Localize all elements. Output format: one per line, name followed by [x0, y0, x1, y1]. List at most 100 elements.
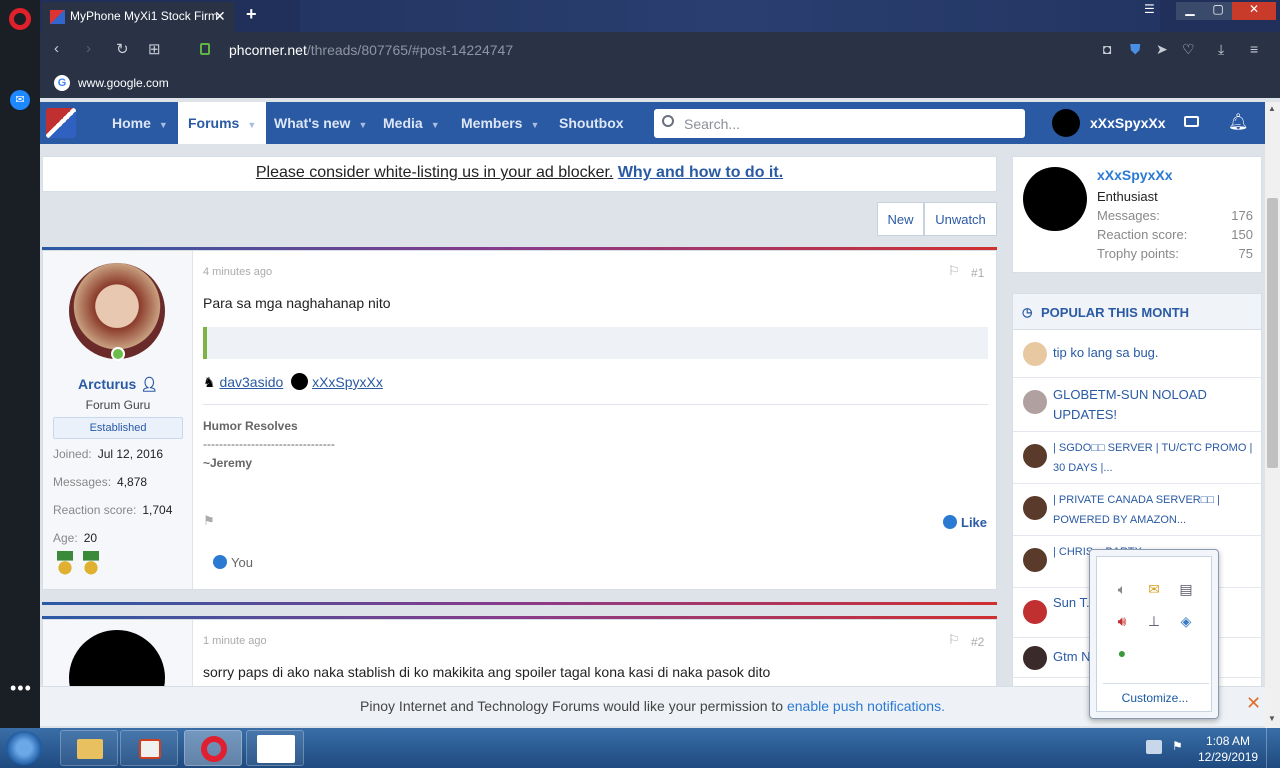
opera-logo-icon[interactable] [9, 8, 31, 30]
enable-push-link[interactable]: enable push notifications. [787, 698, 945, 714]
sidebar-reaction: 150 Reaction score: [1097, 227, 1253, 242]
scrollbar-thumb[interactable] [1267, 198, 1278, 468]
inbox-icon[interactable] [1184, 116, 1199, 127]
shield-icon[interactable]: ⛊ [1130, 41, 1141, 58]
popular-link[interactable]: | PRIVATE CANADA SERVER□□ | POWERED BY A… [1053, 490, 1253, 530]
new-button[interactable]: New [877, 202, 924, 236]
back-icon[interactable]: ‹ [54, 40, 59, 57]
avatar[interactable] [69, 263, 165, 359]
reaction-summary[interactable]: You [213, 555, 253, 570]
browser-tab[interactable]: MyPhone MyXi1 Stock Firm ✕ [42, 2, 234, 32]
network-icon[interactable]: ⊥ [1145, 613, 1163, 629]
opera-taskbar-button[interactable] [184, 730, 242, 766]
system-clock[interactable]: 1:08 AM 12/29/2019 [1198, 733, 1258, 765]
update-icon[interactable]: ◈ [1177, 613, 1195, 629]
clock-icon: ◷ [1022, 305, 1033, 319]
chevron-down-icon[interactable]: ▼ [358, 120, 367, 130]
close-tab-icon[interactable]: ✕ [214, 8, 226, 25]
avatar[interactable] [1023, 167, 1087, 231]
sidebar-trophy: 75 Trophy points: [1097, 246, 1253, 261]
chevron-down-icon[interactable]: ▼ [431, 120, 440, 130]
list-item[interactable]: | SGDO□□ SERVER | TU/CTC PROMO | 30 DAYS… [1013, 432, 1261, 484]
show-hidden-icons-button[interactable] [1146, 740, 1162, 754]
more-icon[interactable]: ••• [10, 678, 32, 699]
scrollbar[interactable]: ▲ ▼ [1265, 102, 1280, 728]
post-author[interactable]: Arcturus 👤︎ [43, 376, 193, 393]
send-icon[interactable]: ➤ [1156, 41, 1168, 58]
medal-icon[interactable] [57, 551, 73, 575]
minimize-button[interactable]: ▁ [1176, 2, 1204, 20]
easy-setup-icon[interactable]: ☰ [1144, 2, 1155, 20]
ad-notice-link[interactable]: Why and how to do it. [618, 164, 783, 181]
avatar[interactable] [1052, 109, 1080, 137]
online-indicator-icon [111, 347, 125, 361]
bookmark-icon[interactable]: ⚐ [948, 263, 960, 279]
scroll-down-icon[interactable]: ▼ [1268, 714, 1276, 723]
scroll-up-icon[interactable]: ▲ [1268, 104, 1276, 113]
list-item[interactable]: GLOBETM-SUN NOLOAD UPDATES! [1013, 378, 1261, 432]
post-time[interactable]: 1 minute ago [203, 635, 267, 647]
nav-home[interactable]: Home ▼ [112, 102, 168, 144]
customize-link[interactable]: Customize... [1097, 691, 1213, 705]
medal-icon[interactable] [83, 551, 99, 575]
url-field[interactable]: phcorner.net/threads/807765/#post-142247… [229, 42, 513, 58]
messages-icon[interactable]: ✉ [1145, 581, 1163, 597]
action-center-icon[interactable]: ⚑ [1172, 739, 1188, 755]
chevron-down-icon[interactable]: ▼ [247, 120, 256, 130]
like-button[interactable]: Like [943, 515, 987, 530]
tabs-grid-icon[interactable]: ⊞ [148, 40, 161, 58]
globe-icon[interactable]: ● [1113, 645, 1131, 661]
forward-icon[interactable]: › [86, 40, 91, 57]
list-item[interactable]: tip ko lang sa bug. [1013, 330, 1261, 378]
camera-icon[interactable]: ◘ [1103, 41, 1111, 57]
nav-members[interactable]: Members ▼ [461, 102, 539, 144]
close-window-button[interactable]: ✕ [1232, 2, 1276, 20]
search-input[interactable]: Search... [654, 109, 1025, 138]
popular-link[interactable]: GLOBETM-SUN NOLOAD UPDATES! [1053, 385, 1253, 425]
report-flag-icon[interactable]: ⚑ [203, 513, 215, 529]
menu-icon[interactable]: ≡ [1250, 41, 1258, 57]
nav-media[interactable]: Media ▼ [383, 102, 440, 144]
nav-shoutbox[interactable]: Shoutbox [559, 102, 624, 144]
volume-icon[interactable]: 🔊︎ [1113, 613, 1131, 629]
sidebar-username[interactable]: xXxSpyxXx [1097, 167, 1173, 183]
show-desktop-button[interactable] [1266, 728, 1280, 768]
nav-forums[interactable]: Forums ▼ [178, 102, 267, 144]
reload-icon[interactable]: ↻ [116, 40, 129, 58]
media-player-taskbar-button[interactable] [120, 730, 178, 766]
new-tab-button[interactable]: + [246, 4, 257, 25]
post-divider [42, 602, 997, 605]
explorer-taskbar-button[interactable] [60, 730, 118, 766]
post-number[interactable]: #1 [971, 266, 984, 280]
popular-link[interactable]: | SGDO□□ SERVER | TU/CTC PROMO | 30 DAYS… [1053, 438, 1253, 478]
bookmark-icon[interactable]: ⚐ [948, 632, 960, 648]
list-item[interactable]: | PRIVATE CANADA SERVER□□ | POWERED BY A… [1013, 484, 1261, 536]
like-icon [213, 555, 227, 569]
spoiler-block[interactable] [203, 327, 988, 359]
bookmark-google[interactable]: www.google.com [78, 76, 169, 90]
avatar [1023, 390, 1047, 414]
download-icon[interactable]: ⤓ [1218, 41, 1224, 58]
reactor-link[interactable]: dav3asido [219, 374, 283, 390]
unwatch-button[interactable]: Unwatch [924, 202, 997, 236]
popular-link[interactable]: tip ko lang sa bug. [1053, 343, 1253, 363]
chevron-down-icon[interactable]: ▼ [530, 120, 539, 130]
post-number[interactable]: #2 [971, 635, 984, 649]
reactor-link[interactable]: xXxSpyxXx [312, 374, 383, 390]
start-button[interactable] [6, 731, 42, 765]
ad-blocker-notice: Please consider white-listing us in your… [42, 156, 997, 192]
account-username[interactable]: xXxSpyxXx [1090, 115, 1166, 131]
chevron-down-icon[interactable]: ▼ [159, 120, 168, 130]
device-icon[interactable]: ▤ [1177, 581, 1195, 597]
speaker-icon[interactable]: 🔈︎ [1113, 581, 1131, 597]
messenger-icon[interactable]: ✉ [10, 90, 30, 110]
close-icon[interactable]: ✕ [1246, 693, 1261, 714]
post-time[interactable]: 4 minutes ago [203, 266, 272, 278]
heart-icon[interactable]: ♡ [1182, 41, 1195, 58]
site-logo[interactable] [46, 108, 76, 138]
app-taskbar-button[interactable] [246, 730, 304, 766]
nav-whats-new[interactable]: What's new ▼ [274, 102, 367, 144]
media-player-icon [139, 739, 161, 759]
maximize-button[interactable]: ▢ [1204, 2, 1232, 20]
bell-icon[interactable]: 🔔︎ [1228, 112, 1248, 132]
